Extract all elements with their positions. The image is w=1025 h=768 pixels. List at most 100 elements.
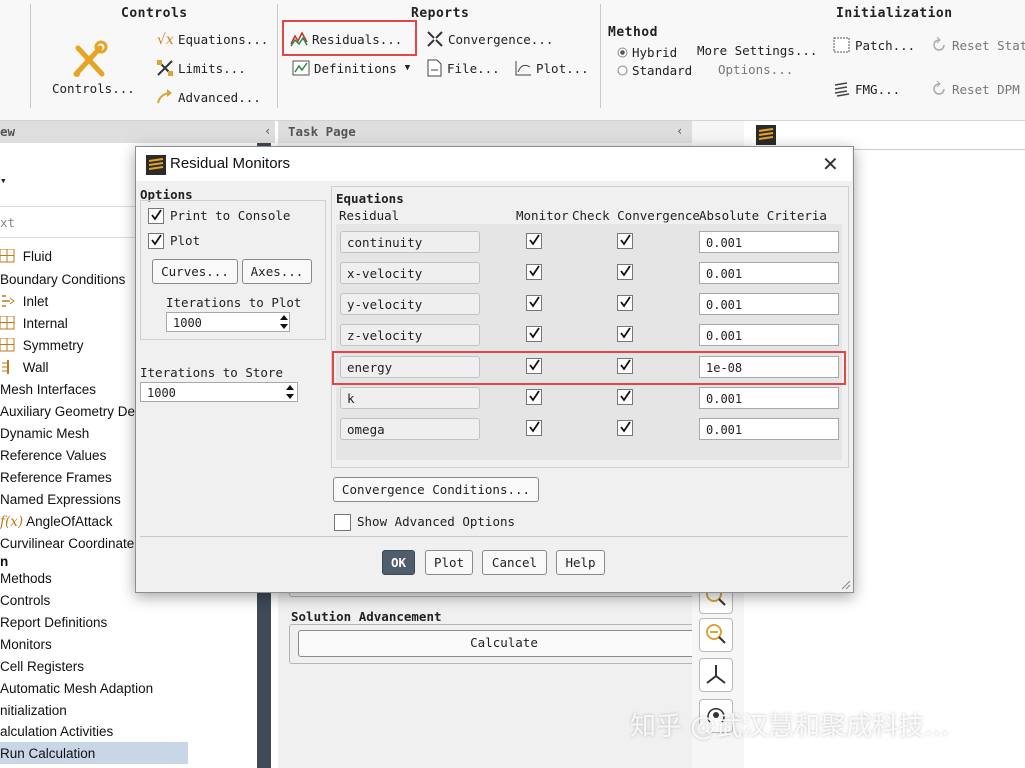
absolute-criteria-input[interactable]: 0.001: [699, 387, 839, 409]
cancel-button[interactable]: Cancel: [482, 550, 547, 575]
tree-item-monitors[interactable]: Monitors: [0, 637, 52, 652]
help-button[interactable]: Help: [556, 550, 605, 575]
tree-item-named-expressions[interactable]: Named Expressions: [0, 492, 121, 507]
method-group-title: Method: [608, 25, 658, 40]
collapse-left-icon[interactable]: ‹: [264, 123, 272, 138]
plot-checkbox[interactable]: [148, 233, 164, 249]
controls-main-button[interactable]: Controls...: [52, 81, 135, 96]
dialog-divider: [140, 536, 848, 537]
resize-grip-icon[interactable]: [839, 578, 851, 590]
reset-stat-button[interactable]: Reset Stat: [930, 34, 1025, 56]
tree-item-dynamic-mesh[interactable]: Dynamic Mesh: [0, 426, 89, 441]
tree-item-internal[interactable]: Internal: [0, 315, 68, 331]
check-convergence-checkbox[interactable]: [617, 420, 633, 436]
tree-filter-input[interactable]: xt: [0, 206, 135, 238]
definitions-button[interactable]: Definitions ▼: [292, 57, 410, 79]
print-to-console-checkbox[interactable]: [148, 208, 164, 224]
calculate-button[interactable]: Calculate: [298, 630, 710, 657]
tree-item-curvilinear-coordinate[interactable]: Curvilinear Coordinate: [0, 536, 134, 551]
convergence-button[interactable]: Convergence...: [426, 28, 553, 50]
monitor-checkbox[interactable]: [526, 389, 542, 405]
monitor-checkbox[interactable]: [526, 264, 542, 280]
tree-item-symmetry[interactable]: Symmetry: [0, 337, 84, 353]
tree-item-angle-of-attack[interactable]: f(x) AngleOfAttack: [0, 514, 112, 530]
residual-name: continuity: [340, 231, 480, 253]
iterations-to-plot-label: Iterations to Plot: [166, 295, 302, 310]
svg-text:√x: √x: [157, 32, 174, 48]
inlet-icon: [2, 295, 15, 307]
axes-button[interactable]: Axes...: [242, 259, 312, 284]
plot-button[interactable]: Plot...: [514, 57, 589, 79]
residuals-highlight: [282, 20, 417, 56]
show-advanced-checkbox[interactable]: [334, 514, 351, 531]
tree-item-fluid[interactable]: Fluid: [0, 248, 53, 264]
reset-dpm-button[interactable]: Reset DPM: [930, 78, 1020, 100]
iterations-to-store-input[interactable]: 1000: [140, 382, 298, 402]
absolute-criteria-input[interactable]: 0.001: [699, 324, 839, 346]
absolute-criteria-input[interactable]: 0.001: [699, 418, 839, 440]
ok-button[interactable]: OK: [382, 550, 415, 575]
absolute-criteria-input[interactable]: 0.001: [699, 262, 839, 284]
zoom-out-button[interactable]: [699, 618, 733, 652]
tree-section-solution[interactable]: n: [0, 554, 8, 569]
monitor-checkbox[interactable]: [526, 326, 542, 342]
patch-button[interactable]: Patch...: [833, 34, 915, 56]
check-convergence-checkbox[interactable]: [617, 264, 633, 280]
tree-toolbar: [0, 146, 135, 170]
convergence-label: Convergence...: [448, 31, 554, 47]
axes-orientation-button[interactable]: [699, 658, 733, 692]
tree-item-wall[interactable]: Wall: [0, 360, 49, 375]
residual-name: k: [340, 387, 480, 409]
patch-icon: [833, 36, 851, 54]
ribbon: Controls Controls... √x Equations... Lim…: [0, 0, 1025, 121]
check-convergence-checkbox[interactable]: [617, 326, 633, 342]
tree-item-methods[interactable]: Methods: [0, 571, 52, 586]
check-convergence-checkbox[interactable]: [617, 389, 633, 405]
absolute-criteria-input[interactable]: 0.001: [699, 293, 839, 315]
tree-item-mesh-interfaces[interactable]: Mesh Interfaces: [0, 382, 96, 397]
tree-expand-icon[interactable]: ▾: [0, 174, 12, 188]
iterations-to-plot-input[interactable]: 1000: [166, 312, 290, 332]
tree-item-automatic-mesh-adaption[interactable]: Automatic Mesh Adaption: [0, 681, 153, 696]
tree-item-boundary-conditions[interactable]: Boundary Conditions: [0, 272, 125, 287]
tree-item-label: Fluid: [22, 249, 53, 264]
curves-button[interactable]: Curves...: [152, 259, 238, 284]
tree-item-inlet[interactable]: Inlet: [0, 294, 48, 309]
limits-button[interactable]: Limits...: [156, 57, 246, 79]
equations-button[interactable]: √x Equations...: [156, 28, 268, 50]
controls-tools-icon[interactable]: [70, 40, 112, 80]
check-convergence-checkbox[interactable]: [617, 233, 633, 249]
tree-item-cell-registers[interactable]: Cell Registers: [0, 659, 84, 674]
absolute-criteria-input[interactable]: 0.001: [699, 231, 839, 253]
tree-item-auxiliary-geometry[interactable]: Auxiliary Geometry De: [0, 404, 135, 419]
advanced-label: Advanced...: [178, 89, 261, 105]
standard-radio[interactable]: Standard: [617, 59, 692, 81]
monitor-checkbox[interactable]: [526, 420, 542, 436]
collapse-left-icon[interactable]: ‹: [676, 123, 684, 138]
check-convergence-checkbox[interactable]: [617, 295, 633, 311]
dialog-title-bar[interactable]: Residual Monitors ✕: [136, 147, 852, 181]
advanced-button[interactable]: Advanced...: [156, 86, 261, 108]
tree-item-reference-values[interactable]: Reference Values: [0, 448, 106, 463]
tree-item-initialization[interactable]: nitialization: [0, 703, 67, 718]
tree-item-controls[interactable]: Controls: [0, 593, 50, 608]
tree-item-report-definitions[interactable]: Report Definitions: [0, 615, 107, 630]
tree-item-calculation-activities[interactable]: alculation Activities: [0, 724, 113, 739]
convergence-conditions-button[interactable]: Convergence Conditions...: [333, 477, 539, 502]
tree-item-reference-frames[interactable]: Reference Frames: [0, 470, 112, 485]
show-advanced-label: Show Advanced Options: [357, 514, 516, 529]
iterations-to-store-spinner[interactable]: [284, 382, 296, 402]
hybrid-label: Hybrid: [632, 44, 678, 60]
tree-item-run-calculation[interactable]: Run Calculation: [0, 746, 95, 761]
reset-dpm-label: Reset DPM: [952, 81, 1020, 97]
advanced-arrow-icon: [156, 88, 174, 106]
solution-advancement-title: Solution Advancement: [291, 609, 442, 624]
monitor-checkbox[interactable]: [526, 295, 542, 311]
file-button[interactable]: File...: [425, 57, 500, 79]
monitor-checkbox[interactable]: [526, 233, 542, 249]
method-options-button[interactable]: Options...: [718, 58, 793, 80]
close-icon[interactable]: ✕: [822, 152, 839, 176]
iterations-to-plot-spinner[interactable]: [278, 312, 290, 332]
plot-dialog-button[interactable]: Plot: [425, 550, 473, 575]
fmg-button[interactable]: FMG...: [833, 78, 900, 100]
